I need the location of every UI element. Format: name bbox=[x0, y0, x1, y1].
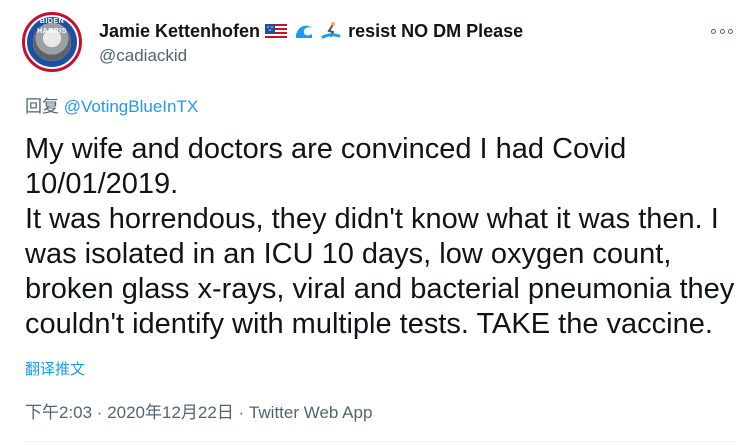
us-flag-icon bbox=[265, 24, 288, 40]
tweet-timestamp[interactable]: 下午2:03 · 2020年12月22日 · Twitter Web App bbox=[25, 402, 372, 424]
more-options-icon[interactable] bbox=[711, 20, 733, 42]
display-name-text: Jamie Kettenhofen bbox=[99, 21, 261, 41]
tweet-text-line: 10/01/2019. bbox=[25, 168, 179, 200]
tweet-text-line: was isolated in an ICU 10 days, low oxyg… bbox=[25, 238, 672, 270]
tweet-text-line: broken glass x-rays, viral and bacterial… bbox=[25, 273, 735, 305]
translate-tweet-link[interactable]: 翻译推文 bbox=[25, 360, 85, 380]
user-handle[interactable]: @cadiackid bbox=[99, 45, 187, 67]
wave-icon bbox=[294, 20, 315, 40]
tweet-detail: BIDEN HARRIS Jamie Kettenhofen resist NO… bbox=[0, 0, 750, 445]
tweet-text-line: It was horrendous, they didn't know what… bbox=[25, 203, 719, 235]
tweet-text: My wife and doctors are convinced I had … bbox=[25, 132, 735, 342]
tweet-text-line: couldn't identify with multiple tests. T… bbox=[25, 308, 713, 340]
reply-mention-link[interactable]: @VotingBlueInTX bbox=[64, 97, 198, 116]
replying-to: 回复 @VotingBlueInTX bbox=[25, 96, 198, 118]
surfer-icon bbox=[321, 20, 342, 40]
avatar-badge-text: BIDEN HARRIS bbox=[37, 18, 67, 35]
avatar[interactable]: BIDEN HARRIS bbox=[22, 12, 82, 72]
divider bbox=[25, 441, 735, 442]
display-name[interactable]: Jamie Kettenhofen resist NO DM Please bbox=[99, 20, 523, 42]
tweet-text-line: My wife and doctors are convinced I had … bbox=[25, 133, 627, 165]
reply-prefix: 回复 bbox=[25, 97, 59, 116]
display-name-suffix: resist NO DM Please bbox=[348, 21, 524, 41]
